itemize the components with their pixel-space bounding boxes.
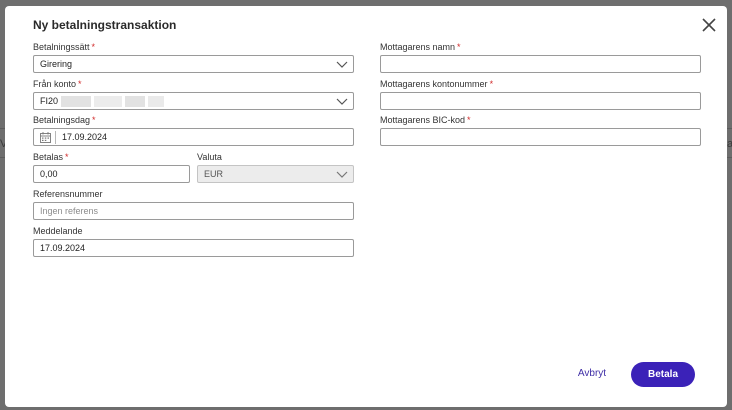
from-account-value: FI20 bbox=[40, 96, 59, 106]
masked-account-digits bbox=[94, 96, 122, 107]
cancel-button[interactable]: Avbryt bbox=[571, 365, 613, 383]
masked-account-digits bbox=[61, 96, 91, 107]
close-icon[interactable] bbox=[699, 15, 719, 35]
payment-date-value: 17.09.2024 bbox=[62, 132, 108, 142]
calendar-icon[interactable] bbox=[40, 132, 51, 143]
payment-method-value: Girering bbox=[40, 59, 73, 69]
reference-input[interactable]: Ingen referens bbox=[33, 202, 354, 220]
currency-select[interactable]: EUR bbox=[197, 165, 354, 183]
currency-label: Valuta bbox=[197, 152, 222, 162]
message-value: 17.09.2024 bbox=[40, 243, 86, 253]
chevron-down-icon bbox=[336, 98, 348, 105]
recipient-name-input[interactable] bbox=[380, 55, 701, 73]
payment-dialog: Ny betalningstransaktion Betalningssätt *… bbox=[5, 6, 727, 407]
dialog-title: Ny betalningstransaktion bbox=[33, 18, 177, 32]
recipient-bic-input[interactable] bbox=[380, 128, 701, 146]
chevron-down-icon bbox=[336, 171, 348, 178]
reference-label: Referensnummer bbox=[33, 189, 103, 199]
payment-method-select[interactable]: Girering bbox=[33, 55, 354, 73]
from-account-label: Från konto * bbox=[33, 79, 82, 89]
input-divider bbox=[55, 131, 56, 144]
recipient-bic-label: Mottagarens BIC-kod * bbox=[380, 115, 471, 125]
recipient-account-input[interactable] bbox=[380, 92, 701, 110]
amount-input[interactable]: 0,00 bbox=[33, 165, 190, 183]
pay-button[interactable]: Betala bbox=[631, 362, 695, 387]
message-input[interactable]: 17.09.2024 bbox=[33, 239, 354, 257]
amount-label: Betalas * bbox=[33, 152, 69, 162]
masked-account-digits bbox=[125, 96, 145, 107]
payment-date-label: Betalningsdag * bbox=[33, 115, 96, 125]
recipient-account-label: Mottagarens kontonummer * bbox=[380, 79, 494, 89]
from-account-select[interactable]: FI20 bbox=[33, 92, 354, 110]
currency-value: EUR bbox=[204, 169, 224, 179]
amount-value: 0,00 bbox=[40, 169, 58, 179]
chevron-down-icon bbox=[336, 61, 348, 68]
message-label: Meddelande bbox=[33, 226, 83, 236]
payment-method-label: Betalningssätt * bbox=[33, 42, 96, 52]
masked-account-digits bbox=[148, 96, 164, 107]
recipient-name-label: Mottagarens namn * bbox=[380, 42, 461, 52]
backdrop-text: a bbox=[727, 138, 732, 150]
payment-date-input[interactable]: 17.09.2024 bbox=[33, 128, 354, 146]
reference-placeholder: Ingen referens bbox=[40, 206, 99, 216]
